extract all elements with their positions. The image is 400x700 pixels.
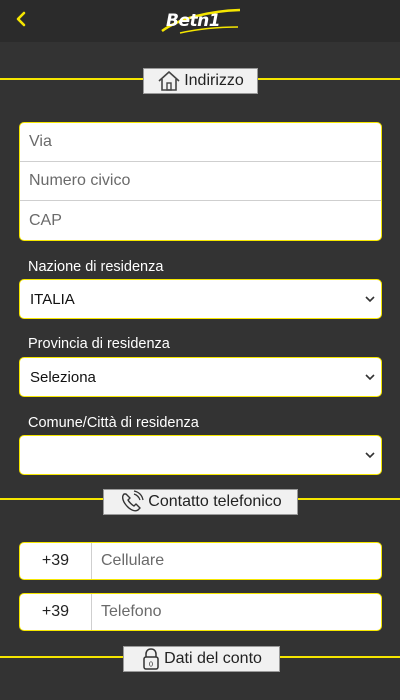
house-icon — [157, 70, 181, 92]
phone-icon — [119, 490, 145, 514]
telefono-row: +39 — [19, 593, 382, 631]
provincia-select[interactable]: Seleziona — [19, 357, 382, 397]
comune-select[interactable] — [19, 435, 382, 475]
section-header-indirizzo: Indirizzo — [143, 68, 258, 94]
provincia-label: Provincia di residenza — [28, 336, 170, 352]
nazione-value: ITALIA — [30, 290, 75, 308]
section-title: Indirizzo — [184, 72, 244, 89]
numero-civico-input[interactable] — [29, 172, 381, 190]
top-bar: Betn1 — [0, 0, 400, 42]
chevron-down-icon — [365, 296, 375, 303]
cellulare-input[interactable] — [92, 543, 381, 579]
chevron-left-icon[interactable] — [10, 8, 32, 30]
country-prefix[interactable]: +39 — [20, 543, 92, 579]
chevron-down-icon — [365, 374, 375, 381]
section-header-conto: 0 Dati del conto — [123, 646, 280, 672]
cap-field-wrapper — [20, 201, 381, 240]
telefono-input[interactable] — [92, 594, 381, 630]
section-title: Dati del conto — [164, 650, 262, 667]
chevron-down-icon — [365, 452, 375, 459]
logo-text: Betn1 — [166, 11, 221, 31]
section-header-contatto: Contatto telefonico — [103, 489, 298, 515]
civico-field-wrapper — [20, 162, 381, 201]
cellulare-row: +39 — [19, 542, 382, 580]
provincia-value: Seleziona — [30, 368, 96, 386]
via-field-wrapper — [20, 123, 381, 162]
nazione-select[interactable]: ITALIA — [19, 279, 382, 319]
address-fields-group — [19, 122, 382, 241]
section-title: Contatto telefonico — [148, 493, 282, 510]
comune-label: Comune/Città di residenza — [28, 415, 199, 431]
lock-icon: 0 — [141, 648, 161, 670]
nazione-label: Nazione di residenza — [28, 259, 164, 275]
cap-input[interactable] — [29, 211, 381, 230]
country-prefix[interactable]: +39 — [20, 594, 92, 630]
via-input[interactable] — [29, 133, 381, 151]
svg-text:0: 0 — [149, 661, 153, 669]
betn1-logo: Betn1 — [158, 7, 244, 35]
